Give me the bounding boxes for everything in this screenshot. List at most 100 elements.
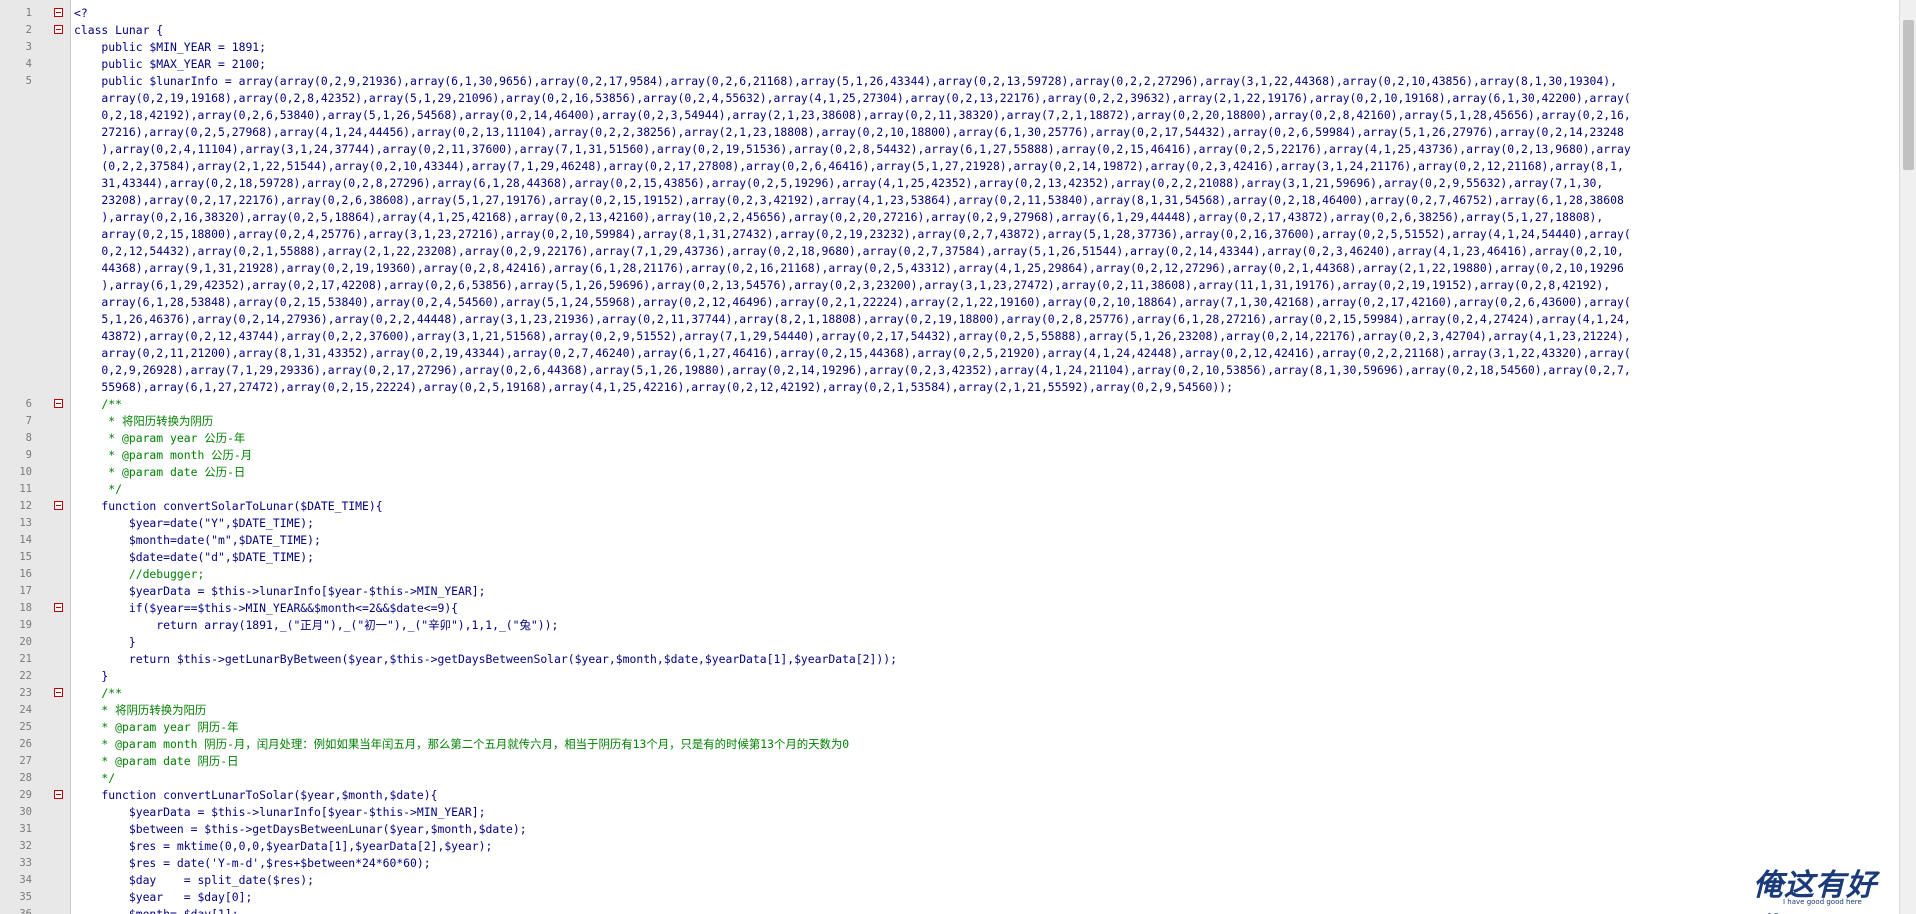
code-text: //debugger; bbox=[74, 567, 205, 581]
code-line[interactable]: 7 * 将阳历转换为阴历 bbox=[0, 413, 1900, 430]
code-line[interactable]: array(6,1,28,53848),array(0,2,15,53840),… bbox=[0, 294, 1900, 311]
code-line[interactable]: 5,1,26,46376),array(0,2,14,27936),array(… bbox=[0, 311, 1900, 328]
line-number: 17 bbox=[19, 585, 32, 597]
line-number: 9 bbox=[25, 449, 32, 461]
code-line[interactable]: 2 class Lunar { bbox=[0, 22, 1900, 39]
code-text: (0,2,2,37584),array(2,1,22,51544),array(… bbox=[74, 159, 1624, 173]
code-line[interactable]: 0,2,12,54432),array(0,2,1,55888),array(2… bbox=[0, 243, 1900, 260]
code-text: array(0,2,11,21200),array(8,1,31,43352),… bbox=[74, 346, 1631, 360]
line-number: 11 bbox=[19, 483, 32, 495]
watermark-subtext: I have good good here bbox=[1783, 898, 1862, 906]
code-line[interactable]: 12 function convertSolarToLunar($DATE_TI… bbox=[0, 498, 1900, 515]
code-line[interactable]: 4 public $MAX_YEAR = 2100; bbox=[0, 56, 1900, 73]
code-line[interactable]: array(0,2,11,21200),array(8,1,31,43352),… bbox=[0, 345, 1900, 362]
fold-toggle-icon[interactable] bbox=[54, 790, 63, 799]
code-line[interactable]: 16 //debugger; bbox=[0, 566, 1900, 583]
line-number: 12 bbox=[19, 500, 32, 512]
code-editor[interactable]: 1 <? 2 class Lunar {3 public $MIN_YEAR = 18… bbox=[0, 0, 1916, 914]
fold-toggle-icon[interactable] bbox=[54, 688, 63, 697]
code-text: 43872),array(0,2,12,43744),array(0,2,2,3… bbox=[74, 329, 1631, 343]
code-line[interactable]: 18 if($year==$this->MIN_YEAR&&$month<=2&… bbox=[0, 600, 1900, 617]
code-line[interactable]: 8 * @param year 公历-年 bbox=[0, 430, 1900, 447]
code-text: return $this->getLunarByBetween($year,$t… bbox=[74, 652, 897, 666]
code-line[interactable]: 15 $date=date("d",$DATE_TIME); bbox=[0, 549, 1900, 566]
code-text: * @param year 公历-年 bbox=[74, 431, 246, 445]
line-number: 4 bbox=[25, 58, 32, 70]
code-line[interactable]: ),array(6,1,29,42352),array(0,2,17,42208… bbox=[0, 277, 1900, 294]
code-line[interactable]: 44368),array(9,1,31,21928),array(0,2,19,… bbox=[0, 260, 1900, 277]
fold-toggle-icon[interactable] bbox=[54, 501, 63, 510]
code-text: /** bbox=[74, 686, 123, 700]
fold-toggle-icon[interactable] bbox=[54, 8, 63, 17]
code-line[interactable]: 10 * @param date 公历-日 bbox=[0, 464, 1900, 481]
code-line[interactable]: 29 function convertLunarToSolar($year,$m… bbox=[0, 787, 1900, 804]
code-text: function convertLunarToSolar($year,$mont… bbox=[74, 788, 438, 802]
code-line[interactable]: 24 * 将阴历转换为阳历 bbox=[0, 702, 1900, 719]
code-text: 27216),array(0,2,5,27968),array(4,1,24,4… bbox=[74, 125, 1624, 139]
code-line[interactable]: 23208),array(0,2,17,22176),array(0,2,6,3… bbox=[0, 192, 1900, 209]
code-line[interactable]: 31,43344),array(0,2,18,59728),array(0,2,… bbox=[0, 175, 1900, 192]
code-lines[interactable]: 1 <? 2 class Lunar {3 public $MIN_YEAR = 18… bbox=[0, 5, 1900, 914]
code-line[interactable]: 14 $month=date("m",$DATE_TIME); bbox=[0, 532, 1900, 549]
code-line[interactable]: 26 * @param month 阴历-月，闰月处理：例如如果当年闰五月，那么… bbox=[0, 736, 1900, 753]
code-line[interactable]: 3 public $MIN_YEAR = 1891; bbox=[0, 39, 1900, 56]
code-line[interactable]: 31 $between = $this->getDaysBetweenLunar… bbox=[0, 821, 1900, 838]
code-line[interactable]: ),array(0,2,16,38320),array(0,2,5,18864)… bbox=[0, 209, 1900, 226]
code-line[interactable]: 36 $month= $day[1]; bbox=[0, 906, 1900, 914]
line-number: 3 bbox=[25, 41, 32, 53]
vertical-scrollbar[interactable] bbox=[1899, 0, 1916, 914]
code-line[interactable]: 34 $day = split_date($res); bbox=[0, 872, 1900, 889]
code-line[interactable]: 6 /** bbox=[0, 396, 1900, 413]
code-line[interactable]: 19 return array(1891,_("正月"),_("初一"),_("… bbox=[0, 617, 1900, 634]
code-line[interactable]: 30 $yearData = $this->lunarInfo[$year-$t… bbox=[0, 804, 1900, 821]
code-line[interactable]: 27216),array(0,2,5,27968),array(4,1,24,4… bbox=[0, 124, 1900, 141]
code-line[interactable]: 27 * @param date 阴历-日 bbox=[0, 753, 1900, 770]
code-line[interactable]: 1 <? bbox=[0, 5, 1900, 22]
code-text: $date=date("d",$DATE_TIME); bbox=[74, 550, 315, 564]
scrollbar-thumb[interactable] bbox=[1903, 20, 1914, 170]
fold-toggle-icon[interactable] bbox=[54, 603, 63, 612]
code-line[interactable]: 5 public $lunarInfo = array(array(0,2,9,… bbox=[0, 73, 1900, 90]
code-text: */ bbox=[74, 771, 116, 785]
code-text: 5,1,26,46376),array(0,2,14,27936),array(… bbox=[74, 312, 1631, 326]
code-line[interactable]: 0,2,9,26928),array(7,1,29,29336),array(0… bbox=[0, 362, 1900, 379]
code-line[interactable]: 0,2,18,42192),array(0,2,6,53840),array(5… bbox=[0, 107, 1900, 124]
code-line[interactable]: 28 */ bbox=[0, 770, 1900, 787]
code-text: function convertSolarToLunar($DATE_TIME)… bbox=[74, 499, 383, 513]
code-line[interactable]: 17 $yearData = $this->lunarInfo[$year-$t… bbox=[0, 583, 1900, 600]
code-line[interactable]: (0,2,2,37584),array(2,1,22,51544),array(… bbox=[0, 158, 1900, 175]
line-number: 33 bbox=[19, 857, 32, 869]
code-line[interactable]: 35 $year = $day[0]; bbox=[0, 889, 1900, 906]
code-line[interactable]: 25 * @param year 阴历-年 bbox=[0, 719, 1900, 736]
code-line[interactable]: 43872),array(0,2,12,43744),array(0,2,2,3… bbox=[0, 328, 1900, 345]
code-text: public $MIN_YEAR = 1891; bbox=[74, 40, 267, 54]
code-line[interactable]: 33 $res = date('Y-m-d',$res+$between*24*… bbox=[0, 855, 1900, 872]
line-number: 15 bbox=[19, 551, 32, 563]
code-text: $res = mktime(0,0,0,$yearData[1],$yearDa… bbox=[74, 839, 493, 853]
code-text: 31,43344),array(0,2,18,59728),array(0,2,… bbox=[74, 176, 1604, 190]
code-text: 23208),array(0,2,17,22176),array(0,2,6,3… bbox=[74, 193, 1624, 207]
code-line[interactable]: array(0,2,15,18800),array(0,2,4,25776),a… bbox=[0, 226, 1900, 243]
code-line[interactable]: 13 $year=date("Y",$DATE_TIME); bbox=[0, 515, 1900, 532]
code-line[interactable]: 11 */ bbox=[0, 481, 1900, 498]
code-text: * @param month 公历-月 bbox=[74, 448, 253, 462]
code-line[interactable]: 23 /** bbox=[0, 685, 1900, 702]
code-line[interactable]: array(0,2,19,19168),array(0,2,8,42352),a… bbox=[0, 90, 1900, 107]
code-text: * @param date 公历-日 bbox=[74, 465, 246, 479]
code-text: array(0,2,15,18800),array(0,2,4,25776),a… bbox=[74, 227, 1631, 241]
code-line[interactable]: 32 $res = mktime(0,0,0,$yearData[1],$yea… bbox=[0, 838, 1900, 855]
code-line[interactable]: 20 } bbox=[0, 634, 1900, 651]
code-text: $day = split_date($res); bbox=[74, 873, 315, 887]
fold-toggle-icon[interactable] bbox=[54, 25, 63, 34]
code-text: * 将阴历转换为阳历 bbox=[74, 703, 207, 717]
code-line[interactable]: 55968),array(6,1,27,27472),array(0,2,15,… bbox=[0, 379, 1900, 396]
line-number: 30 bbox=[19, 806, 32, 818]
code-line[interactable]: ),array(0,2,4,11104),array(3,1,24,37744)… bbox=[0, 141, 1900, 158]
code-text: 44368),array(9,1,31,21928),array(0,2,19,… bbox=[74, 261, 1624, 275]
fold-toggle-icon[interactable] bbox=[54, 399, 63, 408]
code-line[interactable]: 22 } bbox=[0, 668, 1900, 685]
code-line[interactable]: 21 return $this->getLunarByBetween($year… bbox=[0, 651, 1900, 668]
code-line[interactable]: 9 * @param month 公历-月 bbox=[0, 447, 1900, 464]
line-number: 31 bbox=[19, 823, 32, 835]
line-number: 26 bbox=[19, 738, 32, 750]
